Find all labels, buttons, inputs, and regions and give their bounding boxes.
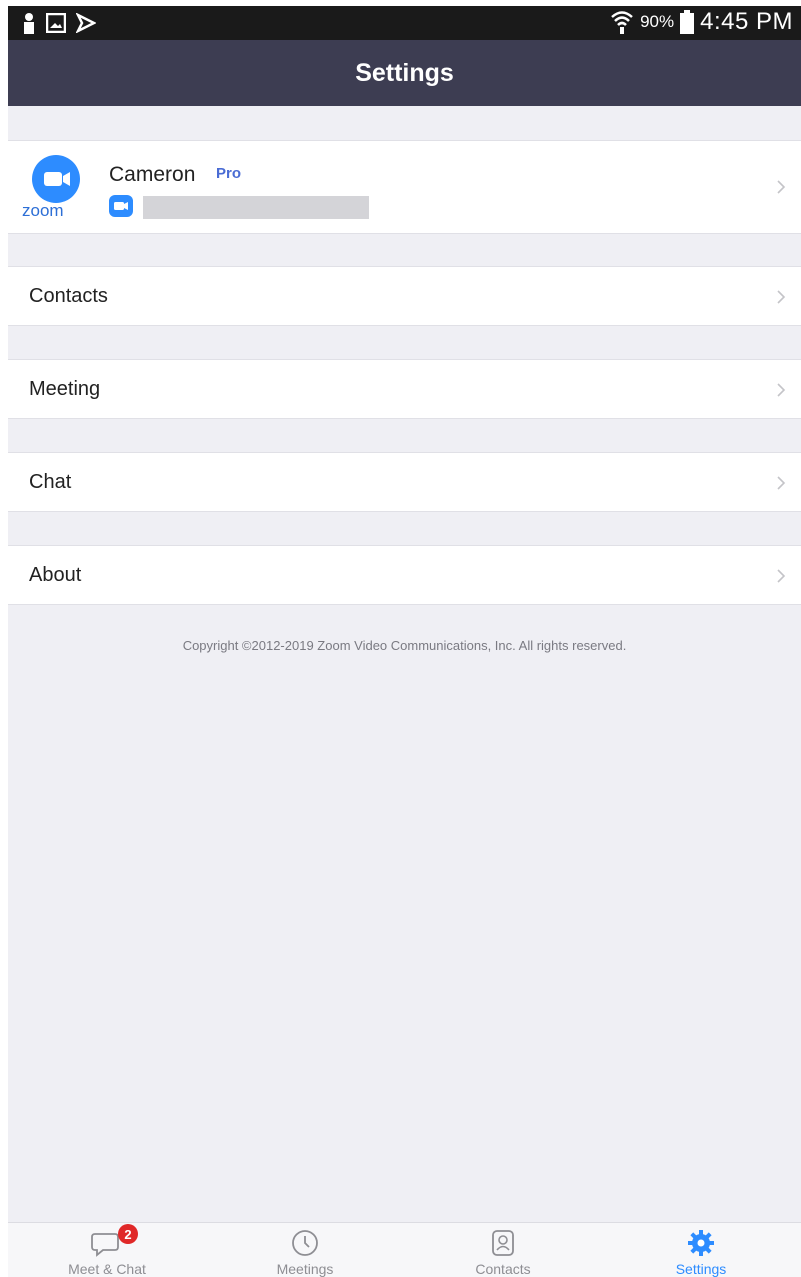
redacted-email	[143, 196, 369, 219]
tab-settings[interactable]: Settings	[602, 1223, 800, 1277]
copyright-text: Copyright ©2012-2019 Zoom Video Communic…	[182, 638, 627, 653]
chevron-right-icon	[777, 569, 786, 583]
unread-badge: 2	[118, 1224, 138, 1244]
menu-item-label: Contacts	[29, 285, 108, 307]
app-header: Settings	[8, 40, 801, 106]
bottom-tab-bar: 2 Meet & Chat Meetings Contacts Settings	[8, 1222, 801, 1277]
menu-item-contacts[interactable]: Contacts	[8, 266, 801, 326]
status-icons-right: 90% 4:45 PM	[610, 8, 793, 36]
tab-meet-and-chat[interactable]: 2 Meet & Chat	[8, 1223, 206, 1277]
zoom-logo-text: zoom	[22, 201, 64, 217]
battery-icon	[680, 10, 695, 34]
tab-label: Contacts	[475, 1261, 531, 1277]
tab-label: Settings	[675, 1261, 727, 1277]
menu-item-label: Chat	[29, 471, 72, 493]
tab-label: Meetings	[276, 1261, 334, 1277]
menu-item-about[interactable]: About	[8, 545, 801, 605]
clock-icon	[292, 1230, 318, 1256]
checkmark-flag-icon	[76, 13, 96, 33]
menu-item-chat[interactable]: Chat	[8, 452, 801, 512]
zoom-logo-avatar: zoom	[22, 155, 80, 217]
menu-item-label: Meeting	[29, 378, 101, 400]
menu-item-meeting[interactable]: Meeting	[8, 359, 801, 419]
chevron-right-icon	[777, 476, 786, 490]
person-icon	[24, 13, 34, 34]
wifi-icon	[611, 11, 633, 34]
zoom-camera-icon	[109, 195, 133, 217]
status-icons-left	[22, 12, 96, 34]
clock: 4:45 PM	[700, 8, 793, 35]
chevron-right-icon	[777, 290, 786, 304]
tab-label: Meet & Chat	[68, 1261, 146, 1277]
pro-badge: Pro	[216, 165, 242, 182]
tab-meetings[interactable]: Meetings	[206, 1223, 404, 1277]
image-icon	[46, 13, 66, 33]
page-title: Settings	[355, 58, 454, 87]
contact-card-icon	[492, 1230, 514, 1256]
chevron-right-icon	[777, 383, 786, 397]
status-bar: 90% 4:45 PM	[8, 6, 801, 40]
chevron-right-icon	[777, 180, 786, 194]
profile-row[interactable]: zoom Cameron Pro	[8, 140, 801, 234]
profile-name: Cameron	[109, 163, 196, 186]
gear-icon	[688, 1230, 714, 1256]
tab-contacts[interactable]: Contacts	[404, 1223, 602, 1277]
app-frame: 90% 4:45 PM Settings zoom Cameron Pro Co…	[8, 6, 801, 1277]
menu-item-label: About	[29, 564, 82, 586]
battery-percentage: 90%	[640, 12, 675, 31]
